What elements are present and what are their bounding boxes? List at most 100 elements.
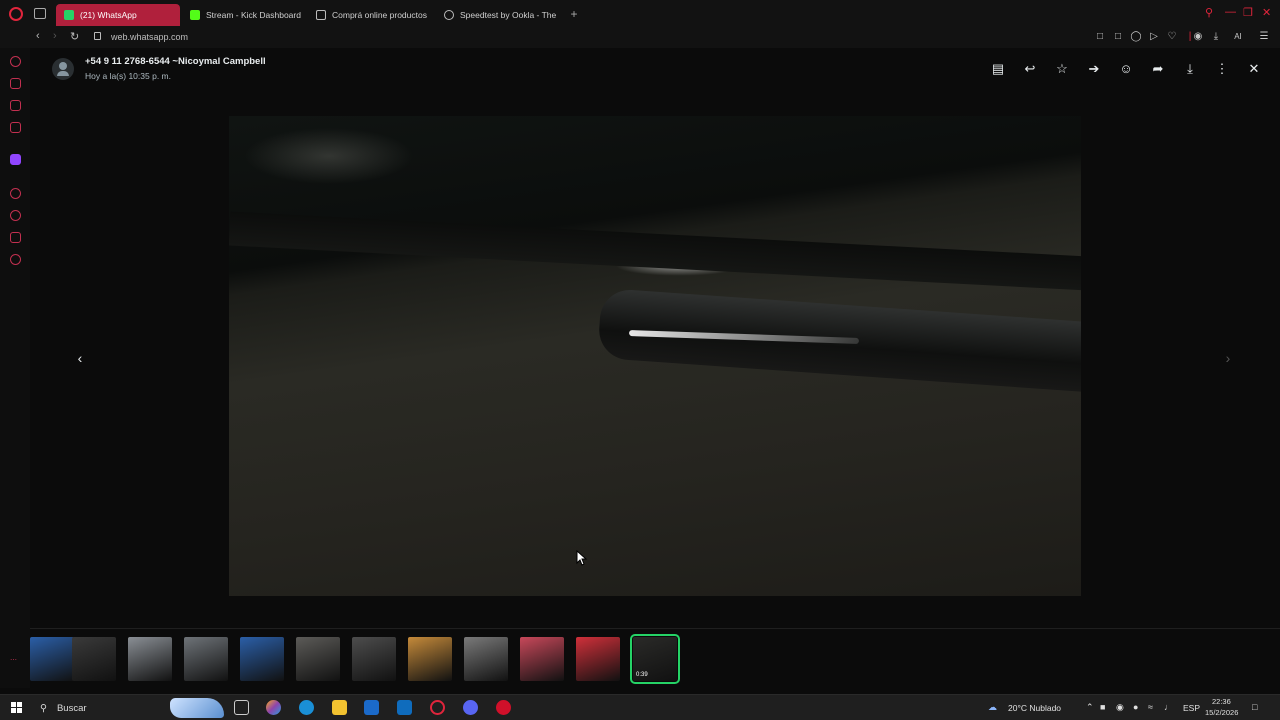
easy-setup-icon[interactable]: ☰ bbox=[1258, 31, 1270, 43]
forward-nav-icon[interactable]: › bbox=[53, 30, 57, 42]
more-sidebar-icon[interactable]: ⋯ bbox=[10, 656, 21, 667]
reload-icon[interactable]: ↻ bbox=[70, 30, 79, 43]
opera-logo-icon[interactable] bbox=[9, 7, 23, 21]
tab-label: Stream - Kick Dashboard bbox=[206, 10, 301, 20]
reply-icon[interactable]: ↩ bbox=[1021, 60, 1039, 78]
tab-kick-dashboard[interactable]: Stream - Kick Dashboard bbox=[182, 4, 306, 26]
file-explorer-icon[interactable] bbox=[332, 700, 347, 715]
aria-ai-button[interactable]: AI bbox=[1228, 31, 1248, 43]
sender-name: +54 9 11 2768-6544 ~Nicoymal Campbell bbox=[85, 56, 266, 67]
account-icon[interactable]: ◉ bbox=[1192, 31, 1204, 43]
opera-taskbar-icon[interactable] bbox=[430, 700, 445, 715]
media-thumbnail[interactable] bbox=[520, 637, 564, 681]
volume-icon[interactable]: ♩ bbox=[1164, 702, 1173, 712]
media-thumbnail[interactable] bbox=[240, 637, 284, 681]
video-frame[interactable] bbox=[229, 116, 1081, 596]
star-icon[interactable]: ☆ bbox=[1053, 60, 1071, 78]
back-icon[interactable]: ‹ bbox=[36, 30, 40, 42]
history-icon[interactable] bbox=[10, 56, 21, 67]
microphone-icon[interactable]: ● bbox=[1133, 702, 1138, 712]
chat-icon[interactable]: ▤ bbox=[989, 60, 1007, 78]
media-thumbnail[interactable] bbox=[184, 637, 228, 681]
media-thumbnail[interactable] bbox=[72, 637, 116, 681]
cloud-icon: ☁ bbox=[988, 702, 997, 712]
tab-label: (21) WhatsApp bbox=[80, 10, 137, 20]
heart-icon[interactable]: ♡ bbox=[1166, 31, 1178, 43]
lock-icon bbox=[94, 32, 101, 40]
document-icon bbox=[316, 10, 326, 20]
settings-icon[interactable] bbox=[10, 254, 21, 265]
outlook-icon[interactable] bbox=[397, 700, 412, 715]
music-player-icon[interactable] bbox=[10, 188, 21, 199]
tab-compra-online[interactable]: Comprá online productos bbox=[308, 4, 432, 26]
emoji-icon[interactable]: ☺ bbox=[1117, 60, 1135, 78]
clock-icon[interactable] bbox=[10, 210, 21, 221]
pinboard-icon[interactable] bbox=[10, 100, 21, 111]
clock-time[interactable]: 22:36 bbox=[1212, 697, 1231, 706]
twitch-icon[interactable] bbox=[10, 154, 21, 165]
pin-icon[interactable]: ➔ bbox=[1085, 60, 1103, 78]
minimize-icon[interactable]: — bbox=[1225, 6, 1236, 18]
windows-taskbar: ⚲ Buscar ☁ 20°C Nublado ⌃ ■ ◉ ● ≈ ♩ ESP … bbox=[0, 694, 1280, 720]
restore-icon[interactable]: ❐ bbox=[1243, 6, 1253, 19]
media-thumbnail[interactable] bbox=[296, 637, 340, 681]
edge-icon[interactable] bbox=[299, 700, 314, 715]
media-thumbnail[interactable] bbox=[128, 637, 172, 681]
search-highlight-image bbox=[170, 698, 224, 718]
calendar-icon[interactable] bbox=[10, 122, 21, 133]
media-thumbnail[interactable] bbox=[352, 637, 396, 681]
kick-icon bbox=[190, 10, 200, 20]
snapshot-icon[interactable]: □ bbox=[1112, 31, 1124, 43]
workspaces-icon[interactable] bbox=[34, 8, 46, 19]
previous-media-icon[interactable]: ‹ bbox=[70, 348, 90, 368]
copilot-icon[interactable] bbox=[266, 700, 281, 715]
forward-icon[interactable]: ➦ bbox=[1149, 60, 1167, 78]
close-icon[interactable]: ✕ bbox=[1245, 60, 1263, 78]
next-media-icon[interactable]: › bbox=[1218, 348, 1238, 368]
obs-record-icon[interactable] bbox=[496, 700, 511, 715]
media-thumbnail[interactable] bbox=[408, 637, 452, 681]
windows-start-icon[interactable] bbox=[11, 702, 22, 713]
url-field[interactable]: web.whatsapp.com bbox=[111, 32, 188, 42]
tray-overflow-icon[interactable]: ⌃ bbox=[1086, 702, 1094, 713]
more-icon[interactable]: ⋮ bbox=[1213, 60, 1231, 78]
tab-label: Speedtest by Ookla - The bbox=[460, 10, 557, 20]
task-view-icon[interactable] bbox=[234, 700, 249, 715]
weather-text[interactable]: 20°C Nublado bbox=[1008, 703, 1061, 713]
tab-whatsapp[interactable]: (21) WhatsApp bbox=[56, 4, 180, 26]
media-thumbnail[interactable] bbox=[576, 637, 620, 681]
player-icon[interactable]: ▷ bbox=[1148, 31, 1160, 43]
bookmark-icon[interactable]: □ bbox=[1094, 31, 1106, 43]
downloads-icon[interactable]: ⤓ bbox=[1210, 31, 1222, 43]
download-icon[interactable]: ⤓ bbox=[1181, 60, 1199, 78]
media-thumbnail-selected[interactable]: 0:39 bbox=[630, 634, 680, 684]
contact-avatar[interactable] bbox=[52, 58, 74, 80]
shield-icon[interactable]: ◯ bbox=[1130, 31, 1142, 43]
media-viewer: +54 9 11 2768-6544 ~Nicoymal Campbell Ho… bbox=[30, 48, 1280, 688]
thumbnail-strip: 0:39 bbox=[30, 628, 1280, 688]
tray-app-icon[interactable]: ■ bbox=[1100, 702, 1105, 712]
media-thumbnail[interactable] bbox=[464, 637, 508, 681]
media-thumbnail[interactable] bbox=[30, 637, 74, 681]
microsoft-store-icon[interactable] bbox=[364, 700, 379, 715]
address-bar-row: ‹ › ↻ web.whatsapp.com □ □ ◯ ▷ ♡ | ◉ ⤓ A… bbox=[0, 28, 1280, 48]
discord-icon[interactable] bbox=[463, 700, 478, 715]
language-indicator[interactable]: ESP bbox=[1183, 703, 1200, 713]
close-window-icon[interactable]: ✕ bbox=[1262, 6, 1271, 19]
tab-label: Comprá online productos bbox=[332, 10, 427, 20]
browser-tab-strip: (21) WhatsApp Stream - Kick Dashboard Co… bbox=[0, 0, 1280, 28]
notifications-icon[interactable]: □ bbox=[1252, 702, 1257, 712]
speedtest-icon bbox=[444, 10, 454, 20]
wifi-icon[interactable]: ≈ bbox=[1148, 702, 1153, 712]
network-tray-icon[interactable]: ◉ bbox=[1116, 702, 1124, 713]
message-timestamp: Hoy a la(s) 10:35 p. m. bbox=[85, 71, 171, 81]
search-tabs-icon[interactable]: ⚲ bbox=[1205, 6, 1213, 19]
tab-speedtest[interactable]: Speedtest by Ookla - The bbox=[436, 4, 560, 26]
new-tab-button[interactable]: + bbox=[568, 8, 580, 20]
extensions-icon[interactable] bbox=[10, 232, 21, 243]
mouse-cursor-icon bbox=[576, 550, 588, 566]
clock-date[interactable]: 15/2/2026 bbox=[1205, 708, 1238, 717]
video-rail-shape bbox=[229, 211, 1081, 291]
wallet-icon[interactable] bbox=[10, 78, 21, 89]
whatsapp-icon bbox=[64, 10, 74, 20]
